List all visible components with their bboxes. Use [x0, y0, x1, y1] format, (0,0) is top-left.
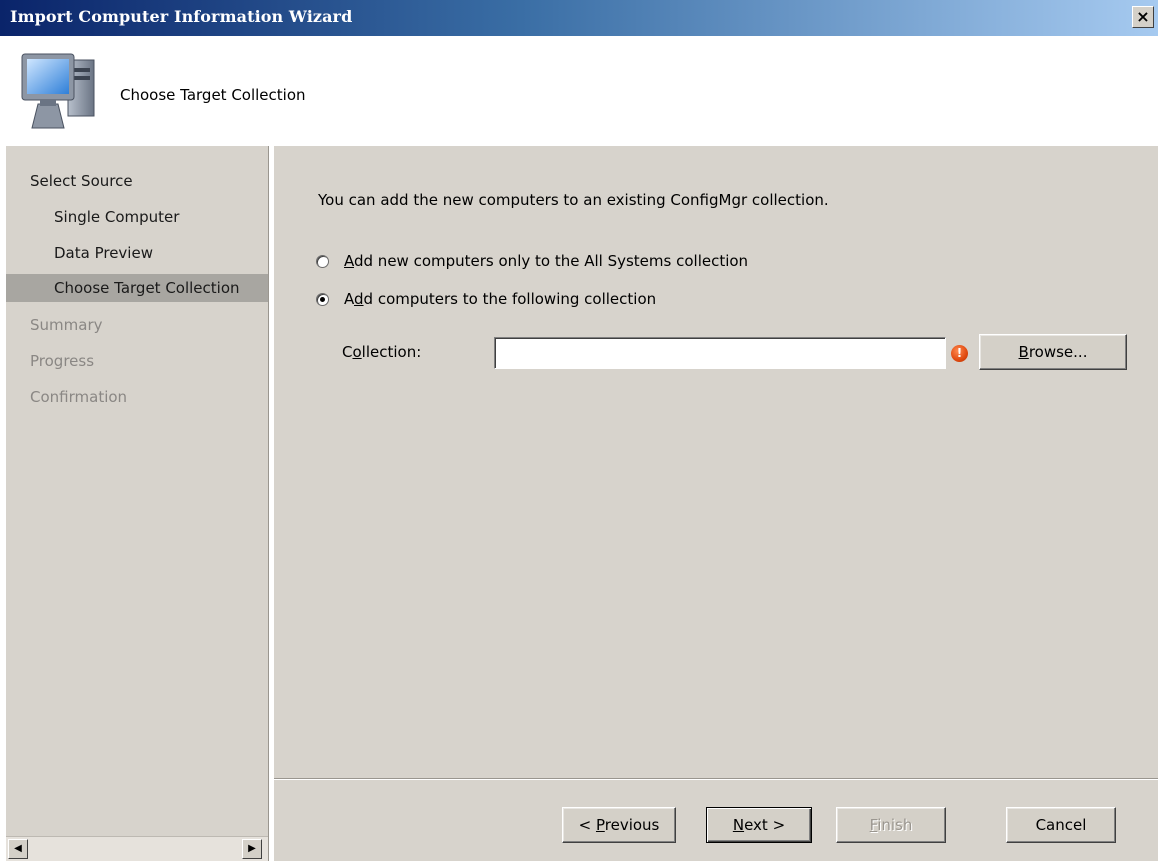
- sidebar-item-progress: Progress: [30, 352, 95, 370]
- radio-selected-dot: [320, 297, 325, 302]
- wizard-steps-sidebar: Select Source Single Computer Data Previ…: [6, 146, 272, 836]
- radio-all-systems-label[interactable]: Add new computers only to the All System…: [344, 252, 748, 270]
- finish-button: Finish: [836, 807, 946, 843]
- browse-button[interactable]: Browse...: [979, 334, 1127, 370]
- title-bar: Import Computer Information Wizard ×: [0, 0, 1158, 36]
- previous-button[interactable]: < Previous: [562, 807, 676, 843]
- collection-label: Collection:: [342, 343, 422, 361]
- computer-icon: [18, 44, 104, 138]
- window-title: Import Computer Information Wizard: [10, 7, 353, 26]
- sidebar-item-select-source[interactable]: Select Source: [6, 167, 272, 195]
- arrow-left-icon: ◀: [14, 843, 22, 854]
- sidebar-item-single-computer[interactable]: Single Computer: [6, 203, 272, 231]
- next-button[interactable]: Next >: [706, 807, 812, 843]
- scroll-right-button[interactable]: ▶: [242, 839, 262, 859]
- wizard-footer: < Previous Next > Finish Cancel: [274, 778, 1158, 861]
- close-icon: ×: [1136, 7, 1150, 26]
- sidebar-item-data-preview[interactable]: Data Preview: [6, 239, 272, 267]
- main-panel: You can add the new computers to an exis…: [274, 146, 1158, 778]
- intro-text: You can add the new computers to an exis…: [318, 191, 829, 209]
- radio-following-collection[interactable]: [316, 293, 329, 306]
- collection-input[interactable]: [494, 337, 946, 369]
- sidebar-horizontal-scrollbar[interactable]: ◀ ▶: [6, 836, 268, 861]
- sidebar-item-choose-target-collection[interactable]: Choose Target Collection: [6, 274, 272, 302]
- radio-all-systems[interactable]: [316, 255, 329, 268]
- arrow-right-icon: ▶: [248, 843, 256, 854]
- cancel-button[interactable]: Cancel: [1006, 807, 1116, 843]
- sidebar-item-confirmation: Confirmation: [30, 388, 128, 406]
- page-title: Choose Target Collection: [120, 86, 306, 104]
- error-icon: !: [951, 345, 968, 362]
- radio-following-collection-label[interactable]: Add computers to the following collectio…: [344, 290, 656, 308]
- sidebar-item-summary: Summary: [30, 316, 103, 334]
- scroll-left-button[interactable]: ◀: [8, 839, 28, 859]
- wizard-header: Choose Target Collection: [0, 36, 1158, 146]
- close-button[interactable]: ×: [1132, 6, 1154, 28]
